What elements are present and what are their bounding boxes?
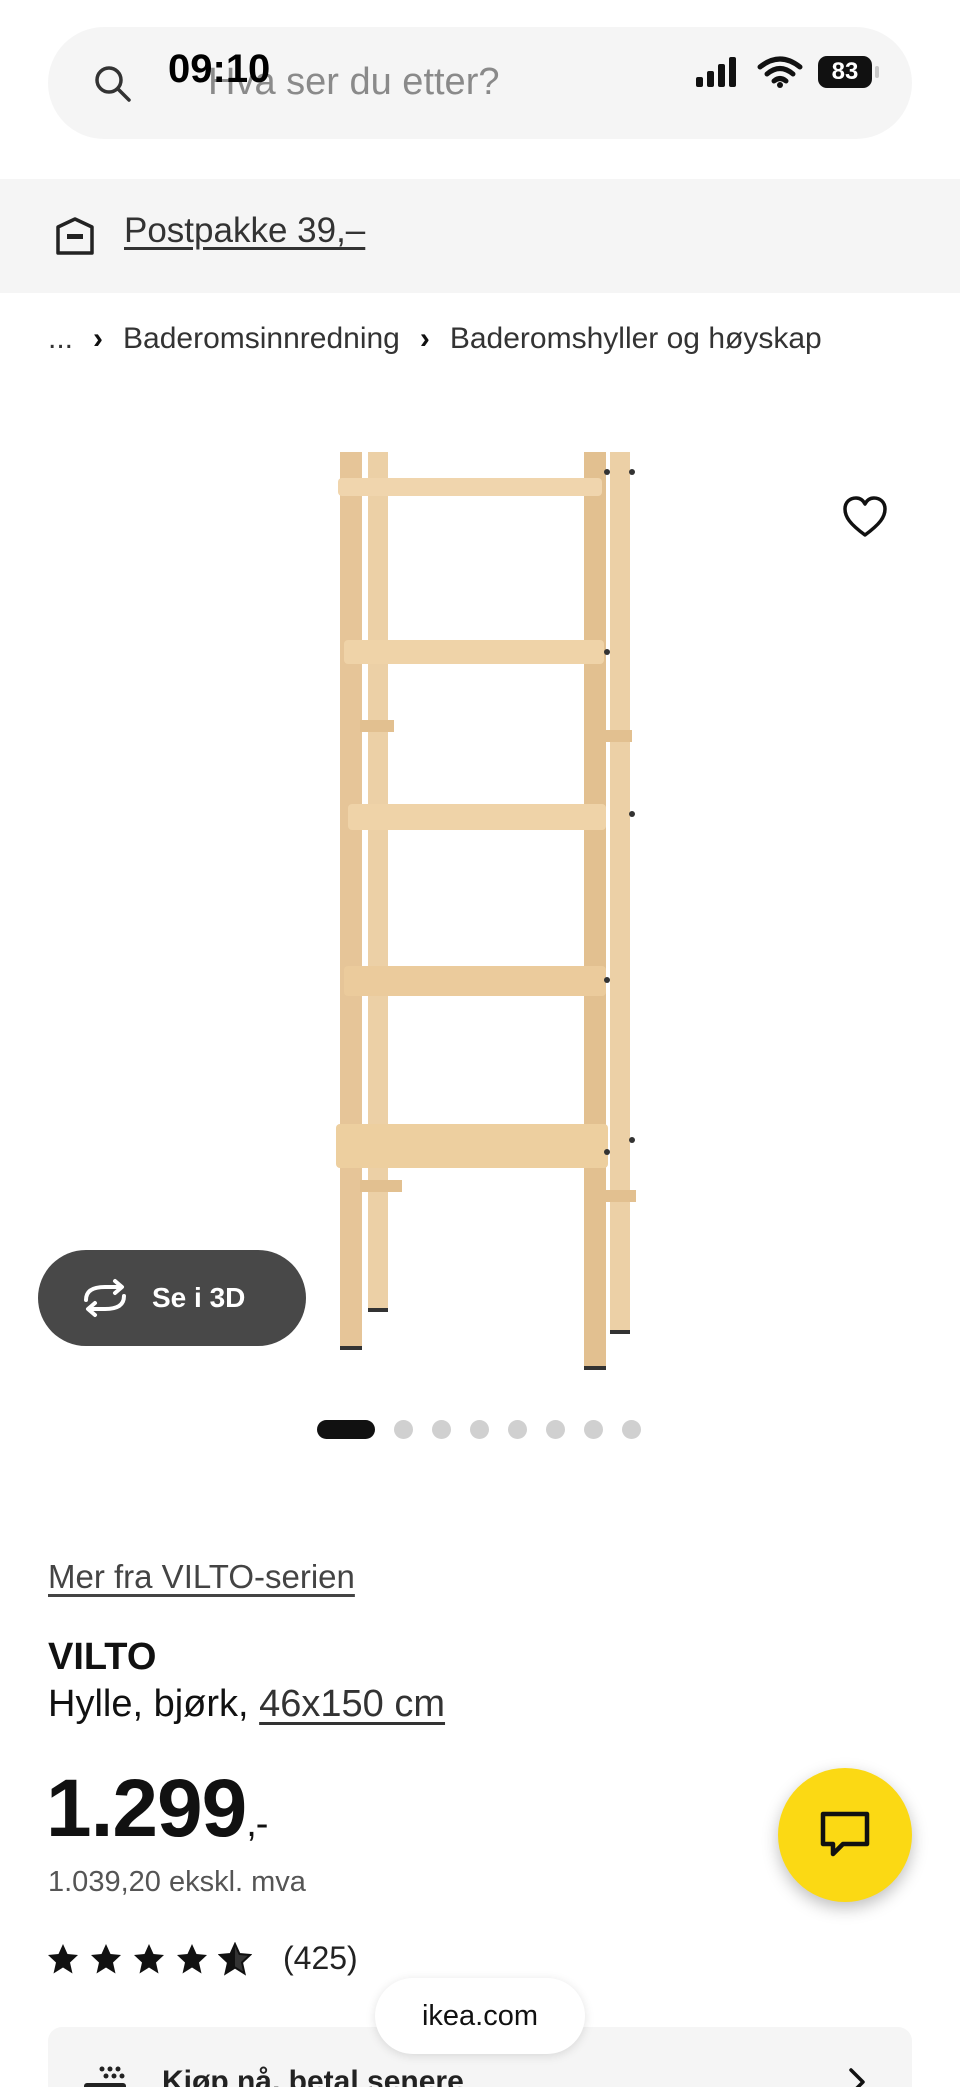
chevron-right-icon: › — [93, 322, 104, 355]
search-bar[interactable]: Hva ser du etter? 09:10 83 — [48, 27, 912, 139]
chat-bubble-icon — [820, 1811, 870, 1857]
heart-icon[interactable] — [842, 495, 888, 539]
product-description: Hylle, bjørk, 46x150 cm — [48, 1683, 445, 1726]
star-icon — [177, 1943, 207, 1973]
delivery-banner-link[interactable]: Postpakke 39,– — [124, 211, 365, 251]
series-link[interactable]: Mer fra VILTO-serien — [48, 1558, 355, 1596]
pagination-dot[interactable] — [394, 1420, 413, 1439]
breadcrumb: ... › Baderomsinnredning › Baderomshylle… — [48, 322, 822, 356]
price-value: 1.299 — [46, 1763, 247, 1854]
star-icon — [134, 1943, 164, 1973]
product-gallery[interactable]: Se i 3D — [0, 410, 960, 1390]
product-price: 1.299,- — [46, 1762, 268, 1856]
status-icons: 83 — [694, 55, 879, 89]
price-suffix: ,- — [246, 1803, 268, 1845]
battery-icon: 83 — [818, 56, 879, 88]
product-size-link[interactable]: 46x150 cm — [259, 1683, 445, 1725]
rating-count: (425) — [283, 1940, 358, 1976]
wallet-icon — [84, 2066, 126, 2087]
browser-url-pill[interactable]: ikea.com — [375, 1978, 585, 2054]
browser-url: ikea.com — [421, 1999, 539, 2032]
product-image — [336, 452, 636, 1370]
breadcrumb-item-baderomsinnredning[interactable]: Baderomsinnredning — [123, 322, 400, 356]
price-ex-vat: 1.039,20 ekskl. mva — [48, 1866, 306, 1898]
wifi-icon — [757, 56, 803, 88]
pagination-dot[interactable] — [470, 1420, 489, 1439]
product-description-text: Hylle, bjørk, — [48, 1683, 249, 1725]
status-time: 09:10 — [168, 47, 271, 91]
chat-button[interactable] — [778, 1768, 912, 1902]
pagination-dot[interactable] — [432, 1420, 451, 1439]
view-3d-button[interactable]: Se i 3D — [38, 1250, 306, 1346]
chevron-right-icon — [849, 2068, 865, 2087]
chevron-right-icon: › — [419, 322, 430, 355]
battery-level: 83 — [831, 58, 859, 85]
pay-later-label: Kjøp nå, betal senere — [162, 2065, 464, 2087]
product-rating[interactable]: (425) — [46, 1940, 358, 1977]
pagination-dot-active[interactable] — [317, 1420, 375, 1439]
breadcrumb-item-baderomshyller[interactable]: Baderomshyller og høyskap — [450, 322, 822, 356]
star-icon — [48, 1943, 78, 1973]
pagination-dot[interactable] — [546, 1420, 565, 1439]
delivery-banner[interactable]: Postpakke 39,– — [0, 179, 960, 293]
gallery-pagination — [317, 1420, 641, 1439]
pagination-dot[interactable] — [622, 1420, 641, 1439]
rotate-icon — [84, 1279, 126, 1317]
star-icon — [91, 1943, 121, 1973]
signal-icon — [696, 57, 736, 87]
pagination-dot[interactable] — [584, 1420, 603, 1439]
product-name: VILTO — [48, 1636, 157, 1678]
pagination-dot[interactable] — [508, 1420, 527, 1439]
parcel-icon — [56, 217, 94, 255]
view-3d-label: Se i 3D — [152, 1282, 246, 1313]
breadcrumb-item-ellipsis[interactable]: ... — [48, 322, 73, 356]
search-icon — [95, 66, 131, 102]
half-star-icon — [218, 1941, 252, 1976]
